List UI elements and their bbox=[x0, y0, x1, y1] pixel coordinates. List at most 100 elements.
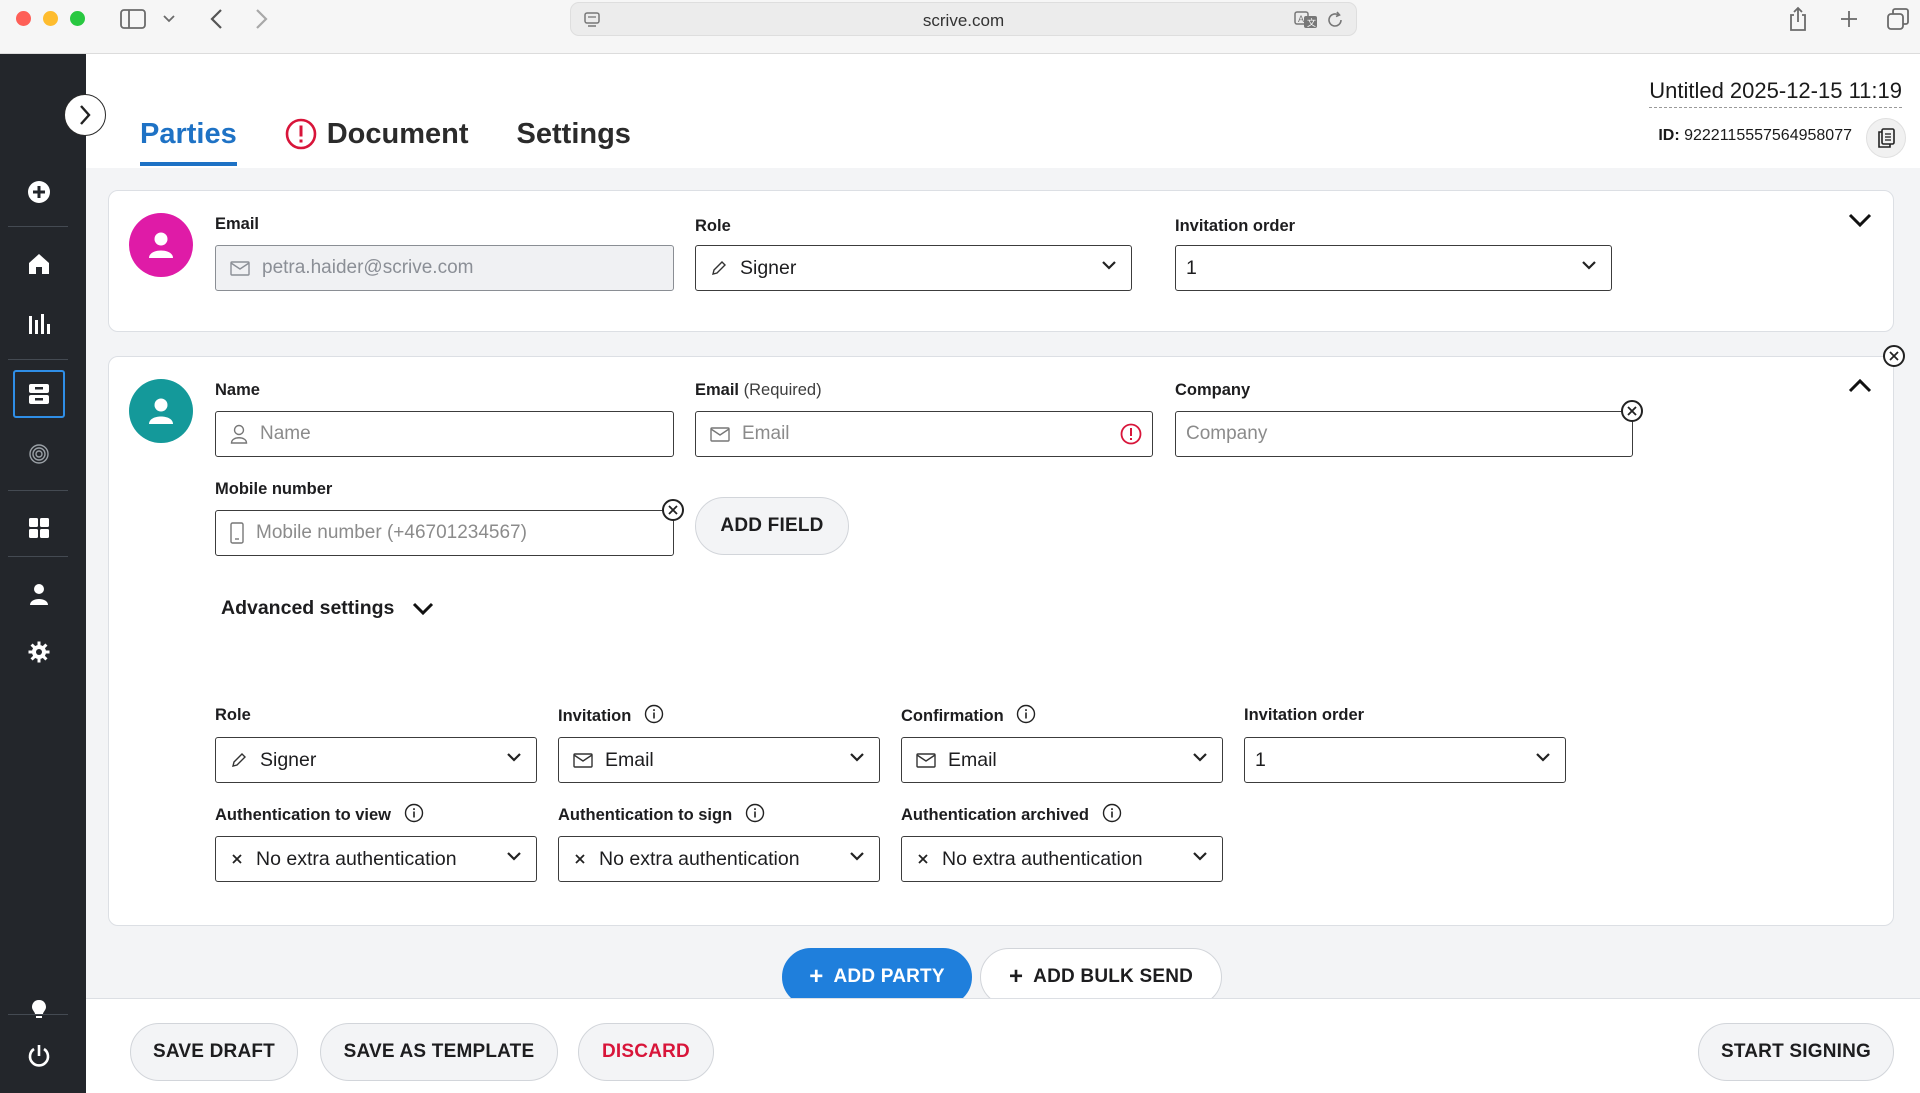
left-navigation bbox=[0, 54, 86, 1093]
remove-company-field-button[interactable] bbox=[1621, 400, 1643, 422]
person-icon bbox=[149, 232, 173, 258]
cross-icon bbox=[916, 852, 930, 866]
discard-button[interactable]: DISCARD bbox=[578, 1023, 714, 1081]
party2-email-placeholder: Email bbox=[742, 423, 790, 444]
info-icon[interactable] bbox=[745, 803, 765, 823]
party1-order-select[interactable]: 1 bbox=[1175, 245, 1612, 291]
copy-icon bbox=[1878, 128, 1895, 148]
chevron-down-icon bbox=[1536, 753, 1550, 762]
save-draft-button[interactable]: SAVE DRAFT bbox=[130, 1023, 298, 1081]
party2-name-field: Name bbox=[215, 379, 260, 401]
address-bar[interactable]: scrive.com A文 bbox=[570, 2, 1357, 36]
plus-icon: + bbox=[809, 963, 824, 990]
party2-company-input[interactable]: Company bbox=[1175, 411, 1633, 457]
chevron-down-icon bbox=[850, 852, 864, 861]
close-window-button[interactable] bbox=[16, 11, 31, 26]
info-icon[interactable] bbox=[1102, 803, 1122, 823]
party1-order-value: 1 bbox=[1186, 256, 1197, 279]
party2-auth-archived-value: No extra authentication bbox=[942, 847, 1143, 870]
translate-icon[interactable]: A文 bbox=[1294, 11, 1318, 34]
party2-auth-view-field: Authentication to view bbox=[215, 803, 424, 825]
chevron-down-icon bbox=[1193, 852, 1207, 861]
lightbulb-icon[interactable] bbox=[13, 986, 65, 1034]
info-icon[interactable] bbox=[404, 803, 424, 823]
start-signing-button[interactable]: START SIGNING bbox=[1698, 1023, 1894, 1081]
home-icon[interactable] bbox=[13, 240, 65, 288]
chevron-down-icon bbox=[850, 753, 864, 762]
settings-gear-icon[interactable] bbox=[13, 628, 65, 676]
add-field-button[interactable]: ADD FIELD bbox=[695, 497, 849, 555]
tab-document[interactable]: Document bbox=[285, 102, 469, 166]
party2-role-select[interactable]: Signer bbox=[215, 737, 537, 783]
document-id-label: ID: bbox=[1658, 127, 1680, 144]
close-icon bbox=[1627, 406, 1637, 416]
tab-settings[interactable]: Settings bbox=[517, 102, 631, 166]
minimize-window-button[interactable] bbox=[43, 11, 58, 26]
fingerprint-icon[interactable] bbox=[13, 430, 65, 478]
party2-auth-sign-value: No extra authentication bbox=[599, 847, 800, 870]
party2-order-select[interactable]: 1 bbox=[1244, 737, 1566, 783]
party2-confirmation-value: Email bbox=[948, 748, 997, 771]
party2-auth-view-select[interactable]: No extra authentication bbox=[215, 836, 537, 882]
new-tab-icon[interactable] bbox=[1836, 6, 1862, 32]
user-icon[interactable] bbox=[13, 570, 65, 618]
party2-role-value: Signer bbox=[260, 748, 317, 771]
chevron-down-icon bbox=[507, 753, 521, 762]
party1-email-label: Email bbox=[215, 215, 260, 233]
envelope-icon bbox=[230, 260, 250, 276]
party1-email-input: petra.haider@scrive.com bbox=[215, 245, 674, 291]
advanced-settings-toggle[interactable]: Advanced settings bbox=[221, 597, 434, 620]
document-id-value: 9222115557564958077 bbox=[1684, 127, 1852, 144]
party1-role-select[interactable]: Signer bbox=[695, 245, 1132, 291]
chevron-right-icon bbox=[80, 105, 91, 125]
party1-email-field: Email bbox=[215, 213, 259, 235]
party2-company-label: Company bbox=[1175, 381, 1251, 399]
party2-confirmation-label-text: Confirmation bbox=[901, 707, 1004, 725]
save-as-template-button[interactable]: SAVE AS TEMPLATE bbox=[320, 1023, 558, 1081]
party2-email-field: Email (Required) bbox=[695, 379, 822, 401]
party2-confirmation-select[interactable]: Email bbox=[901, 737, 1223, 783]
envelope-icon bbox=[710, 426, 730, 442]
party2-auth-sign-field: Authentication to sign bbox=[558, 803, 765, 825]
remove-mobile-field-button[interactable] bbox=[662, 499, 684, 521]
statistics-icon[interactable] bbox=[13, 300, 65, 348]
person-outline-icon bbox=[230, 424, 248, 444]
chevron-down-icon[interactable] bbox=[160, 6, 178, 32]
share-icon[interactable] bbox=[1785, 6, 1811, 32]
party2-order-field: Invitation order bbox=[1244, 704, 1364, 726]
forward-arrow-icon[interactable] bbox=[250, 6, 274, 32]
party2-mobile-input[interactable]: Mobile number (+46701234567) bbox=[215, 510, 674, 556]
tab-overview-icon[interactable] bbox=[1885, 6, 1911, 32]
copy-id-button[interactable] bbox=[1866, 118, 1906, 158]
party2-auth-sign-label-text: Authentication to sign bbox=[558, 806, 733, 824]
party2-auth-view-value: No extra authentication bbox=[256, 847, 457, 870]
party2-role-label: Role bbox=[215, 706, 251, 724]
party-card-2: Name Name Email (Required) Email Company… bbox=[108, 356, 1894, 926]
party2-auth-archived-field: Authentication archived bbox=[901, 803, 1122, 825]
reload-icon[interactable] bbox=[1326, 11, 1344, 34]
integrations-grid-icon[interactable] bbox=[13, 504, 65, 552]
party2-auth-sign-select[interactable]: No extra authentication bbox=[558, 836, 880, 882]
expand-sidebar-button[interactable] bbox=[64, 94, 106, 136]
tab-parties[interactable]: Parties bbox=[140, 102, 237, 166]
create-document-icon[interactable] bbox=[13, 168, 65, 216]
collapse-party-button[interactable] bbox=[1845, 371, 1875, 401]
archive-icon[interactable] bbox=[13, 370, 65, 418]
expand-party-button[interactable] bbox=[1845, 205, 1875, 235]
remove-party-button[interactable] bbox=[1883, 345, 1905, 367]
party2-email-input[interactable]: Email bbox=[695, 411, 1153, 457]
logout-power-icon[interactable] bbox=[13, 1032, 65, 1080]
party2-name-input[interactable]: Name bbox=[215, 411, 674, 457]
back-arrow-icon[interactable] bbox=[204, 6, 228, 32]
tab-settings-label: Settings bbox=[516, 117, 631, 150]
party2-invitation-select[interactable]: Email bbox=[558, 737, 880, 783]
sidebar-toggle-icon[interactable] bbox=[118, 6, 148, 32]
party2-auth-archived-select[interactable]: No extra authentication bbox=[901, 836, 1223, 882]
party2-mobile-label: Mobile number bbox=[215, 480, 333, 498]
zoom-window-button[interactable] bbox=[70, 11, 85, 26]
document-title[interactable]: Untitled 2025-12-15 11:19 bbox=[1649, 78, 1902, 108]
cross-icon bbox=[230, 852, 244, 866]
info-icon[interactable] bbox=[1016, 704, 1036, 724]
party2-invitation-field: Invitation bbox=[558, 704, 664, 726]
info-icon[interactable] bbox=[644, 704, 664, 724]
